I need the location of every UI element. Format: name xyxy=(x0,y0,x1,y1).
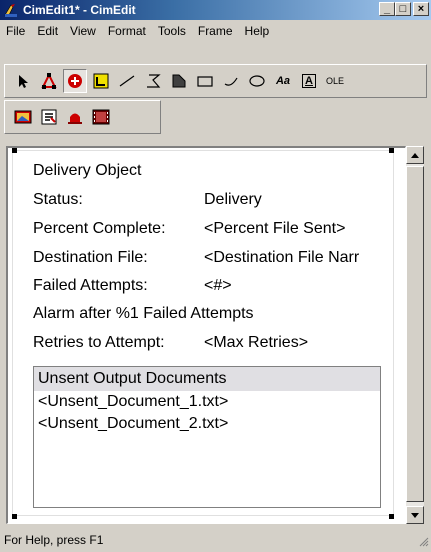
line-tool[interactable] xyxy=(115,69,139,93)
scroll-up-button[interactable] xyxy=(406,146,424,164)
selection-handle[interactable] xyxy=(389,514,394,519)
unsent-documents-list[interactable]: Unsent Output Documents <Unsent_Document… xyxy=(33,366,381,508)
retries-label: Retries to Attempt: xyxy=(33,334,165,351)
polyline-tool[interactable] xyxy=(141,69,165,93)
status-label: Status: xyxy=(33,191,83,208)
percent-complete-value: <Percent File Sent> xyxy=(204,220,346,237)
menu-bar: File Edit View Format Tools Frame Help xyxy=(0,20,431,42)
menu-help[interactable]: Help xyxy=(239,24,276,38)
ole-label: OLE xyxy=(325,76,344,86)
list-item[interactable]: <Unsent_Document_1.txt> xyxy=(34,391,380,413)
list-item[interactable]: <Unsent_Document_2.txt> xyxy=(34,413,380,435)
arc-tool[interactable] xyxy=(219,69,243,93)
window-title: CimEdit1* - CimEdit xyxy=(23,3,136,17)
menu-format[interactable]: Format xyxy=(102,24,152,38)
alarm-icon[interactable] xyxy=(63,105,87,129)
rectangle-tool[interactable] xyxy=(193,69,217,93)
selection-handle[interactable] xyxy=(12,148,17,153)
menu-tools[interactable]: Tools xyxy=(152,24,192,38)
text-box-tool[interactable]: A xyxy=(297,69,321,93)
menu-file[interactable]: File xyxy=(0,24,31,38)
destination-file-label: Destination File: xyxy=(33,249,148,266)
scroll-thumb[interactable] xyxy=(406,166,424,502)
cimedit-app-icon[interactable] xyxy=(3,2,19,18)
text-tool[interactable]: Aa xyxy=(271,69,295,93)
failed-attempts-label: Failed Attempts: xyxy=(33,277,148,294)
list-header: Unsent Output Documents xyxy=(34,367,380,391)
film-icon[interactable] xyxy=(89,105,113,129)
failed-attempts-value: <#> xyxy=(204,277,232,294)
text-tool-label: Aa xyxy=(275,75,291,87)
menu-edit[interactable]: Edit xyxy=(31,24,64,38)
minimize-button[interactable]: _ xyxy=(379,2,395,16)
percent-complete-label: Percent Complete: xyxy=(33,220,166,237)
text-box-label: A xyxy=(302,74,316,88)
destination-file-value: <Destination File Narr xyxy=(204,249,360,266)
menu-view[interactable]: View xyxy=(64,24,102,38)
picture-icon[interactable] xyxy=(11,105,35,129)
link-object-tool[interactable] xyxy=(89,69,113,93)
scroll-down-button[interactable] xyxy=(406,506,424,524)
arrow-up-icon xyxy=(411,152,419,158)
selection-handle[interactable] xyxy=(389,148,394,153)
menu-frame[interactable]: Frame xyxy=(192,24,239,38)
button-object-icon[interactable] xyxy=(37,105,61,129)
retries-value: <Max Retries> xyxy=(204,334,309,351)
close-button[interactable]: × xyxy=(413,2,429,16)
maximize-button[interactable]: □ xyxy=(395,2,411,16)
edit-points-tool[interactable] xyxy=(37,69,61,93)
polygon-tool[interactable] xyxy=(167,69,191,93)
alarm-text: Alarm after %1 Failed Attempts xyxy=(33,305,254,322)
resize-grip-icon[interactable] xyxy=(417,535,429,550)
delivery-object-title: Delivery Object xyxy=(33,162,142,179)
vertical-scrollbar[interactable] xyxy=(406,146,424,524)
select-arrow-tool[interactable] xyxy=(11,69,35,93)
object-toolbar xyxy=(4,100,161,134)
status-bar: For Help, press F1 xyxy=(0,528,431,552)
status-text: For Help, press F1 xyxy=(4,533,104,547)
title-bar[interactable]: CimEdit1* - CimEdit _ □ × xyxy=(0,0,431,20)
arrow-down-icon xyxy=(411,512,419,518)
status-value: Delivery xyxy=(204,191,262,208)
ellipse-tool[interactable] xyxy=(245,69,269,93)
selection-handle[interactable] xyxy=(12,514,17,519)
drawing-toolbar: Aa A OLE xyxy=(4,64,427,98)
object-tool[interactable] xyxy=(63,69,87,93)
ole-tool[interactable]: OLE xyxy=(323,69,347,93)
